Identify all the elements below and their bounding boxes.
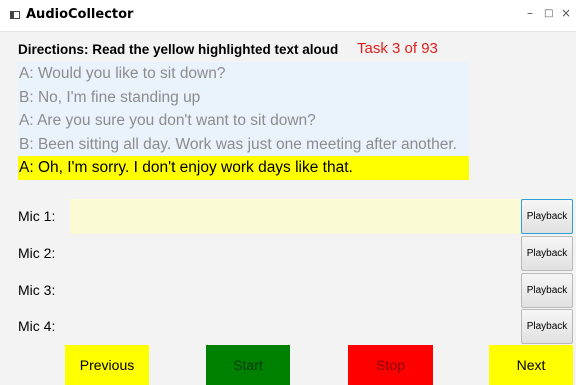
directions-text: Directions: Read the yellow highlighted … [18, 42, 339, 57]
mic-1-playback-button[interactable]: Playback [521, 199, 573, 234]
dialogue-line: B: No, I'm fine standing up [18, 85, 469, 109]
title-bar: AudioCollector – □ × [0, 0, 576, 32]
maximize-button[interactable]: □ [544, 8, 553, 19]
audiocollector-window: AudioCollector – □ × Directions: Read th… [0, 0, 576, 385]
previous-button[interactable]: Previous [65, 345, 149, 385]
mic-1-label: Mic 1: [18, 208, 56, 224]
stop-button[interactable]: Stop [348, 345, 433, 385]
close-button[interactable]: × [561, 6, 571, 20]
dialogue-line: A: Are you sure you don't want to sit do… [18, 109, 469, 133]
next-button[interactable]: Next [489, 345, 573, 385]
highlighted-dialogue-line: A: Oh, I'm sorry. I don't enjoy work day… [18, 156, 469, 180]
start-button[interactable]: Start [206, 345, 290, 385]
mic-1-level-field [70, 199, 521, 234]
mic-4-label: Mic 4: [18, 318, 56, 334]
mic-3-playback-button[interactable]: Playback [521, 273, 573, 308]
dialogue-line: A: Would you like to sit down? [18, 62, 469, 86]
mic-4-playback-button[interactable]: Playback [521, 309, 573, 344]
mic-2-playback-button[interactable]: Playback [521, 236, 573, 271]
window-title: AudioCollector [26, 7, 134, 22]
task-counter: Task 3 of 93 [357, 40, 438, 57]
dialogue-panel: A: Would you like to sit down? B: No, I'… [18, 62, 469, 180]
dialogue-line: B: Been sitting all day. Work was just o… [18, 132, 469, 156]
app-window-icon [10, 11, 20, 19]
mic-2-label: Mic 2: [18, 245, 56, 261]
mic-3-label: Mic 3: [18, 282, 56, 298]
minimize-button[interactable]: – [527, 6, 533, 20]
